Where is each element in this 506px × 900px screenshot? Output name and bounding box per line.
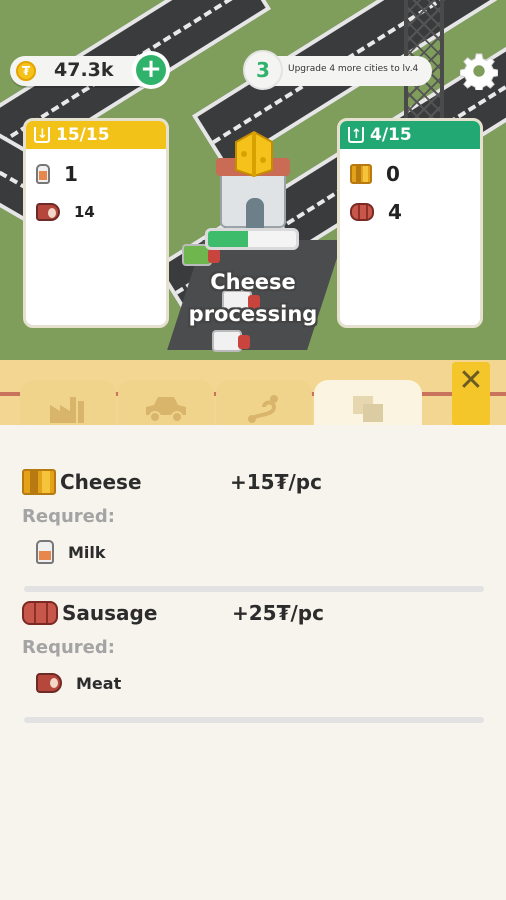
truck (212, 330, 250, 352)
input-capacity: 15/15 (56, 125, 110, 145)
meat-icon (36, 673, 62, 693)
recipes-icon (353, 396, 383, 422)
cheese-product-icon (235, 130, 273, 178)
cheese-count: 0 (386, 162, 400, 186)
required-label: Requred: (22, 637, 115, 658)
meat-count: 14 (74, 203, 95, 221)
recipe-item: Cheese +15₮/pc Requred: Milk (22, 465, 484, 569)
recipe-name: Sausage (62, 601, 158, 625)
download-icon (34, 121, 50, 149)
route-icon (248, 395, 278, 423)
gear-icon[interactable] (460, 52, 498, 90)
required-name: Milk (68, 542, 106, 562)
meat-icon (36, 203, 60, 221)
milk-icon (36, 164, 50, 184)
output-storage-card[interactable]: 4/15 0 4 (337, 118, 483, 328)
status-product: Cheese (210, 270, 296, 294)
sausage-icon (22, 601, 58, 625)
output-storage-header: 4/15 (340, 121, 480, 149)
storage-row: 0 (340, 155, 480, 193)
input-storage-header: 15/15 (26, 121, 166, 149)
close-icon: ✕ (458, 363, 484, 398)
recipe-price: +25₮/pc (232, 601, 324, 625)
factory-icon (50, 397, 84, 423)
close-button[interactable]: ✕ (452, 362, 490, 426)
divider (24, 717, 484, 723)
coin-value: 47.3k (54, 59, 114, 81)
storage-row: 4 (340, 193, 480, 231)
output-capacity: 4/15 (370, 125, 412, 145)
recipe-header: Cheese +15₮/pc (22, 465, 484, 499)
recipe-price: +15₮/pc (230, 470, 322, 494)
cheese-icon (22, 469, 56, 495)
coin-icon: ₮ (16, 61, 36, 81)
milk-count: 1 (64, 162, 78, 186)
upload-icon (348, 121, 364, 149)
milk-icon (36, 540, 54, 564)
sausage-icon (350, 203, 374, 221)
plus-icon: + (136, 55, 166, 85)
storage-row: 14 (26, 193, 166, 231)
add-coins-button[interactable]: + (132, 51, 170, 89)
required-name: Meat (76, 673, 122, 693)
recipe-name: Cheese (60, 470, 142, 494)
production-status: Cheese processing (176, 266, 330, 330)
recipe-header: Sausage +25₮/pc (22, 596, 484, 630)
storage-row: 1 (26, 155, 166, 193)
status-action: processing (188, 302, 318, 326)
production-progress-bar (205, 228, 299, 250)
divider (24, 586, 484, 592)
factory-building[interactable] (216, 158, 290, 228)
city-level-badge[interactable]: 3 (243, 50, 283, 90)
required-item: Milk (22, 535, 484, 569)
input-storage-card[interactable]: 15/15 1 14 (23, 118, 169, 328)
sausage-count: 4 (388, 200, 402, 224)
required-label: Requred: (22, 506, 115, 527)
level-hint: Upgrade 4 more cities to lv.4 (288, 64, 419, 74)
cheese-icon (350, 164, 372, 184)
required-item: Meat (22, 666, 484, 700)
recipe-item: Sausage +25₮/pc Requred: Meat (22, 596, 484, 700)
truck-icon (146, 397, 186, 423)
